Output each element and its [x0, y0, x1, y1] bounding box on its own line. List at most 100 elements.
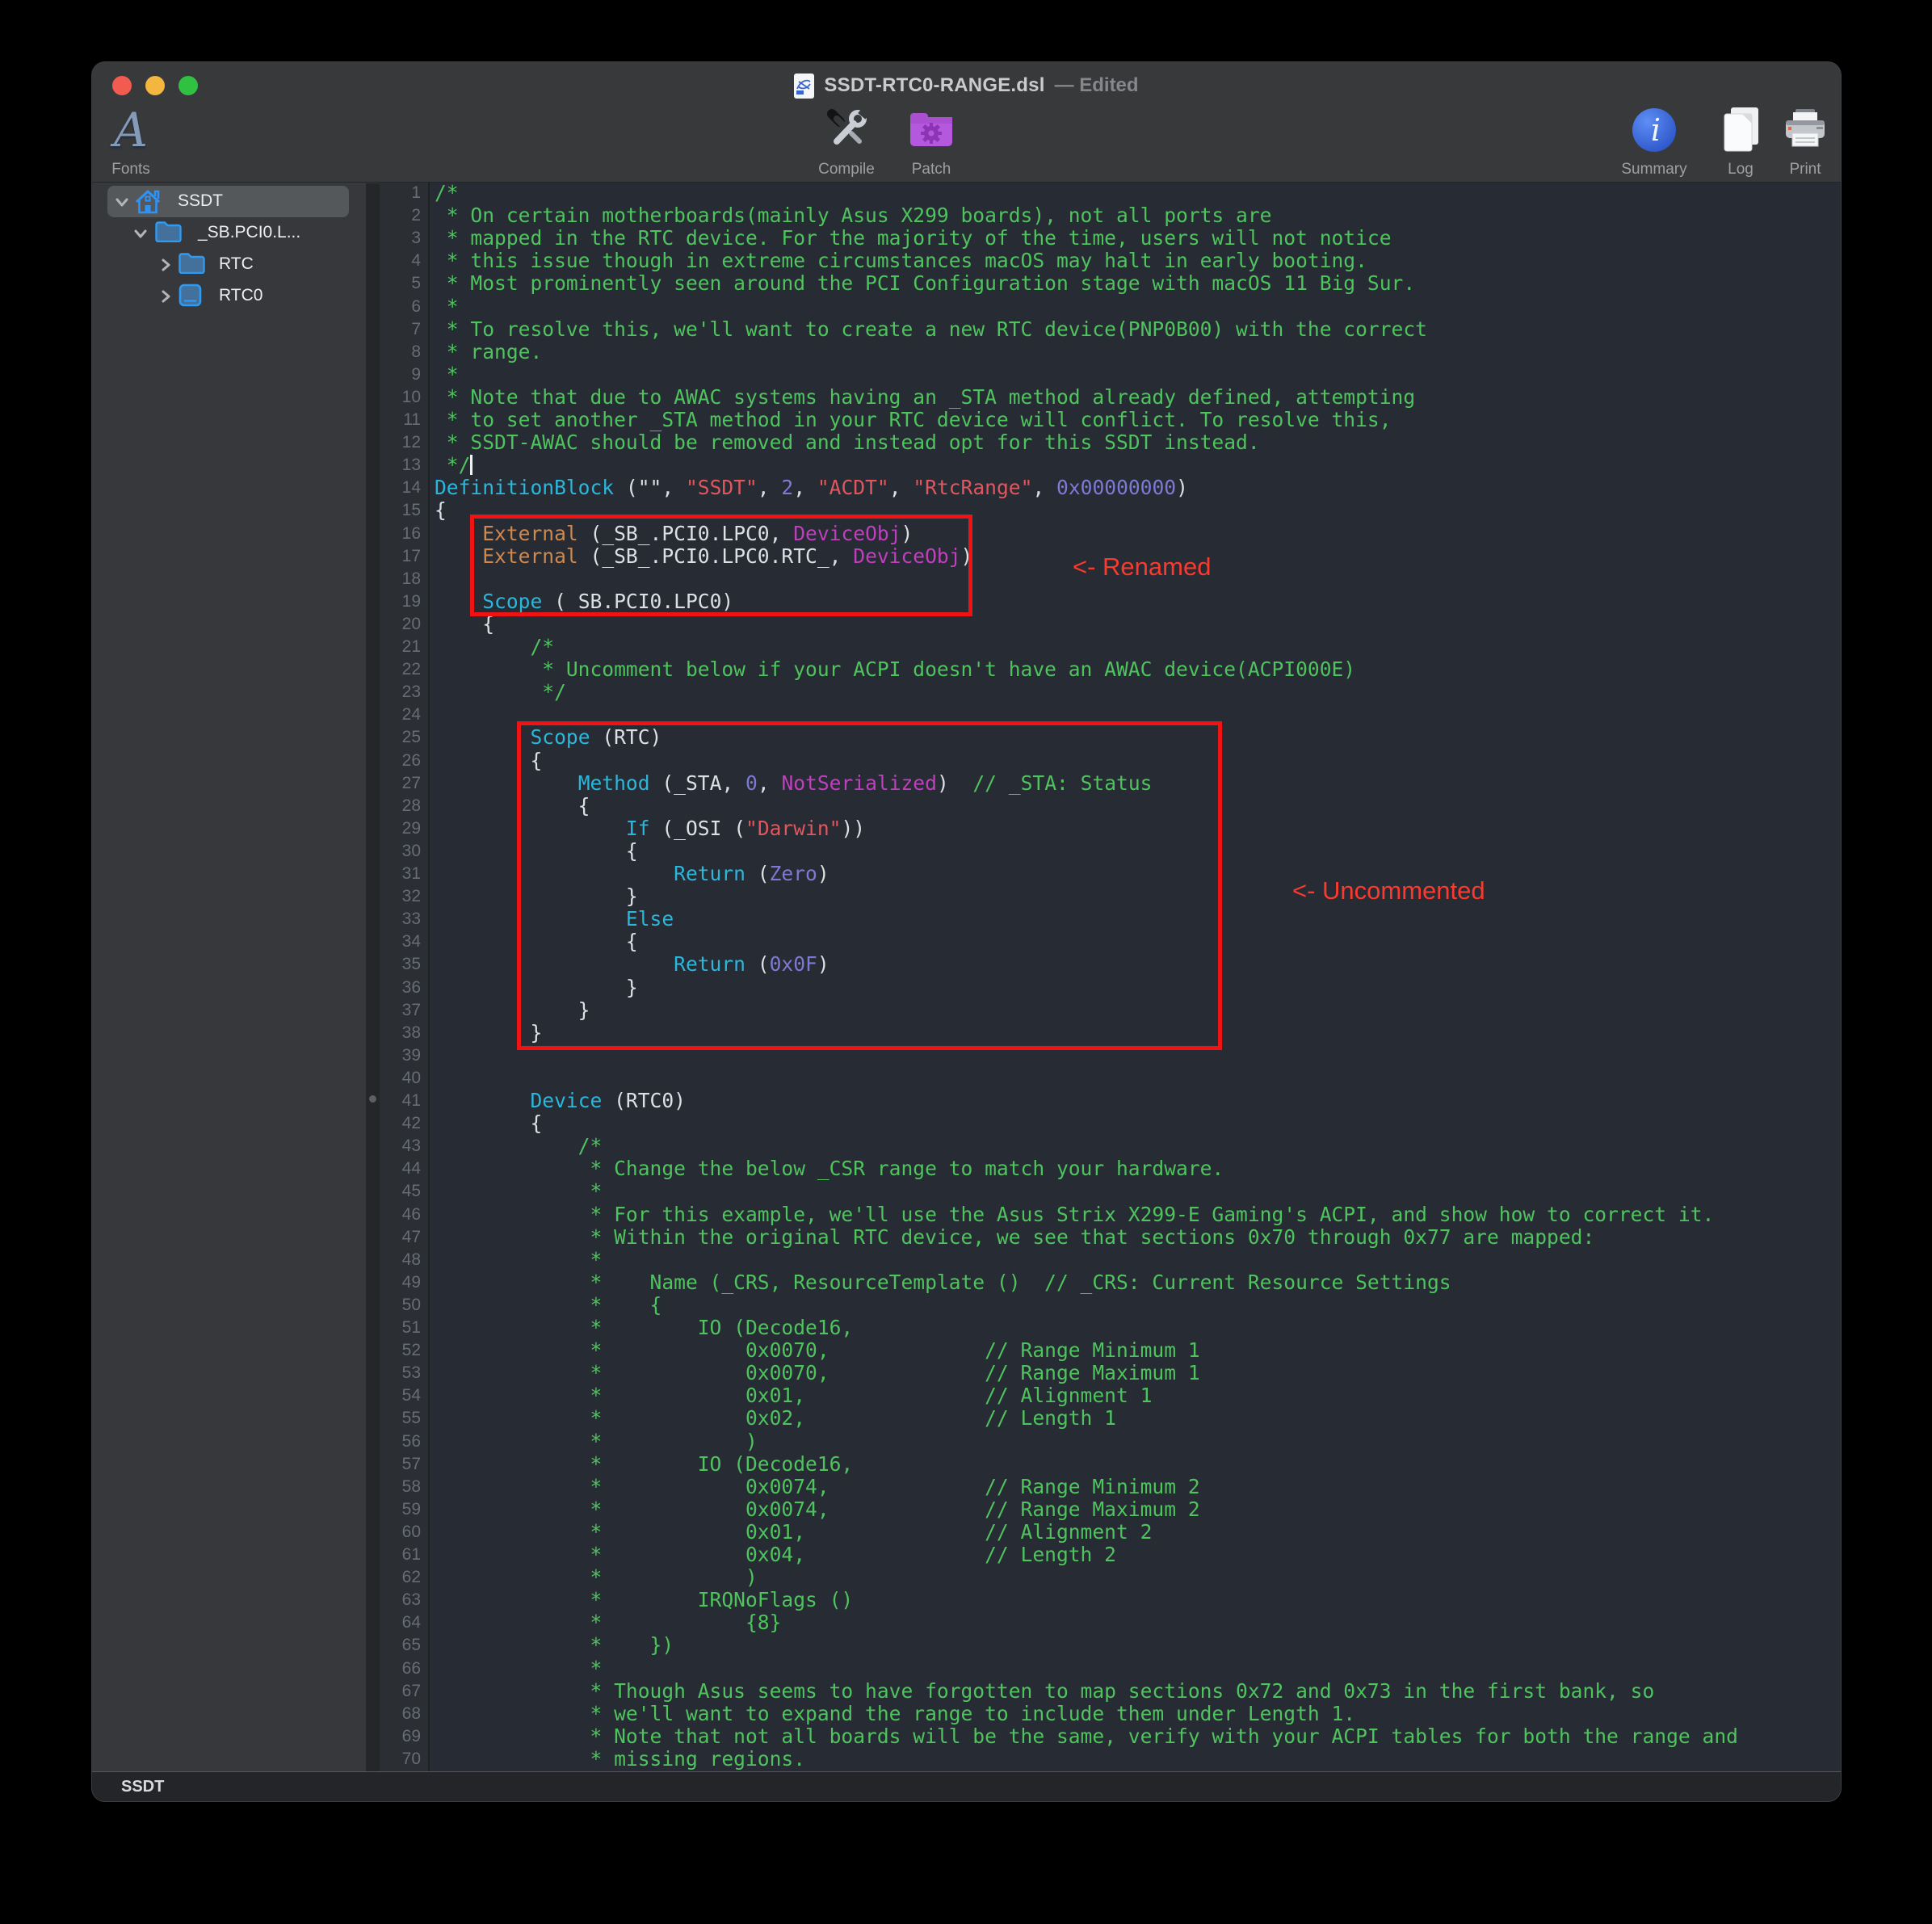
- log-label: Log: [1728, 161, 1754, 179]
- code-line[interactable]: {: [435, 499, 447, 522]
- status-path: SSDT: [121, 1778, 164, 1796]
- disclosure-chevron[interactable]: [132, 225, 149, 246]
- print-icon: [1781, 103, 1829, 158]
- annotation-label-renamed: <- Renamed: [1073, 552, 1211, 582]
- code-line[interactable]: *: [435, 1249, 602, 1271]
- print-button[interactable]: Print: [1753, 103, 1841, 179]
- tree-item-label: SSDT: [178, 191, 223, 211]
- code-line[interactable]: * IO (Decode16,: [435, 1317, 853, 1339]
- code-line[interactable]: * {8}: [435, 1611, 781, 1634]
- code-line[interactable]: * ): [435, 1430, 758, 1453]
- code-line[interactable]: * we'll want to expand the range to incl…: [435, 1703, 1355, 1725]
- text-cursor: [470, 455, 472, 475]
- window-edited-badge: — Edited: [1055, 74, 1139, 97]
- code-line[interactable]: *: [435, 1657, 602, 1680]
- fonts-button[interactable]: A Fonts: [92, 103, 183, 179]
- code-line[interactable]: * Change the below _CSR range to match y…: [435, 1157, 1224, 1180]
- window-title: SSDT-RTC0-RANGE.dsl: [824, 74, 1044, 97]
- code-line[interactable]: {: [435, 1112, 542, 1135]
- annotation-label-uncommented: <- Uncommented: [1292, 876, 1485, 905]
- disclosure-chevron[interactable]: [157, 288, 174, 309]
- splitter-grip[interactable]: [369, 1095, 376, 1103]
- code-line[interactable]: * For this example, we'll use the Asus S…: [435, 1204, 1714, 1226]
- device-icon: [178, 283, 203, 308]
- status-bar: SSDT: [92, 1771, 1841, 1801]
- code-line[interactable]: * ): [435, 1566, 758, 1589]
- chevron-down-icon[interactable]: [113, 193, 131, 211]
- patch-folder-icon: [906, 103, 956, 158]
- document-icon: [794, 74, 814, 99]
- code-line[interactable]: {: [435, 613, 494, 636]
- code-line[interactable]: DefinitionBlock ("", "SSDT", 2, "ACDT", …: [435, 477, 1188, 499]
- code-line[interactable]: * 0x0070, // Range Minimum 1: [435, 1339, 1200, 1362]
- pane-splitter[interactable]: [366, 183, 380, 1771]
- code-line[interactable]: * Most prominently seen around the PCI C…: [435, 272, 1415, 295]
- code-line[interactable]: * Within the original RTC device, we see…: [435, 1226, 1594, 1249]
- code-line[interactable]: * Note that due to AWAC systems having a…: [435, 386, 1415, 409]
- code-line[interactable]: * IO (Decode16,: [435, 1453, 853, 1476]
- fonts-icon: A: [114, 103, 148, 158]
- code-line[interactable]: */: [435, 681, 566, 704]
- sidebar-item-rtc[interactable]: RTC: [92, 249, 366, 280]
- svg-text:i: i: [1651, 112, 1661, 148]
- code-line[interactable]: * Uncomment below if your ACPI doesn't h…: [435, 658, 1355, 681]
- code-line[interactable]: * 0x01, // Alignment 1: [435, 1384, 1152, 1407]
- disclosure-chevron[interactable]: [157, 256, 174, 278]
- print-label: Print: [1789, 161, 1821, 179]
- tree-item-label: RTC: [219, 254, 254, 274]
- annotation-box-renamed: [470, 515, 972, 616]
- code-line[interactable]: * 0x0074, // Range Maximum 2: [435, 1498, 1200, 1521]
- code-line[interactable]: * to set another _STA method in your RTC…: [435, 409, 1392, 431]
- code-line[interactable]: * missing regions.: [435, 1748, 805, 1771]
- patch-button[interactable]: Patch: [879, 103, 984, 179]
- code-line[interactable]: * 0x0074, // Range Minimum 2: [435, 1476, 1200, 1498]
- folder-icon: [154, 220, 183, 242]
- code-line[interactable]: * 0x04, // Length 2: [435, 1544, 1116, 1566]
- chevron-right-icon[interactable]: [157, 256, 174, 274]
- summary-info-icon: i: [1631, 103, 1678, 158]
- sidebar-item-ssdt[interactable]: SSDT: [92, 186, 366, 217]
- code-line[interactable]: /*: [435, 636, 554, 658]
- tree-item-label: _SB.PCI0.L...: [198, 223, 300, 242]
- tree-item-label: RTC0: [219, 286, 262, 305]
- sidebar-item--sb-pci0-l-[interactable]: _SB.PCI0.L...: [92, 217, 366, 249]
- patch-label: Patch: [912, 161, 951, 179]
- titlebar: SSDT-RTC0-RANGE.dsl — Edited: [92, 72, 1841, 99]
- summary-label: Summary: [1621, 161, 1686, 179]
- code-line[interactable]: * this issue though in extreme circumsta…: [435, 250, 1367, 272]
- maciasl-window: SSDT-RTC0-RANGE.dsl — Edited A Fonts Com…: [92, 62, 1841, 1801]
- code-line[interactable]: *: [435, 363, 459, 386]
- code-line[interactable]: /*: [435, 1135, 602, 1157]
- code-line[interactable]: * SSDT-AWAC should be removed and instea…: [435, 431, 1260, 454]
- fonts-label: Fonts: [111, 161, 150, 179]
- code-line[interactable]: * To resolve this, we'll want to create …: [435, 318, 1427, 341]
- chevron-right-icon[interactable]: [157, 288, 174, 305]
- chevron-down-icon[interactable]: [132, 225, 149, 242]
- compile-tools-icon: [821, 103, 872, 158]
- window-chrome: SSDT-RTC0-RANGE.dsl — Edited A Fonts Com…: [92, 62, 1841, 183]
- code-line[interactable]: * 0x0070, // Range Maximum 1: [435, 1362, 1200, 1384]
- sidebar-item-rtc0[interactable]: RTC0: [92, 280, 366, 312]
- compile-label: Compile: [818, 161, 875, 179]
- sidebar-tree: SSDT _SB.PCI0.L... RTC RTC0 Filter Tree: [92, 183, 366, 1771]
- code-line[interactable]: * Name (_CRS, ResourceTemplate () // _CR…: [435, 1271, 1451, 1294]
- code-line[interactable]: * 0x02, // Length 1: [435, 1407, 1116, 1430]
- code-line[interactable]: * IRQNoFlags (): [435, 1589, 853, 1611]
- code-line[interactable]: */: [435, 454, 472, 477]
- code-line[interactable]: * On certain motherboards(mainly Asus X2…: [435, 204, 1271, 227]
- code-line[interactable]: /*: [435, 183, 459, 204]
- code-line[interactable]: * 0x01, // Alignment 2: [435, 1521, 1152, 1544]
- folder-icon: [178, 251, 206, 274]
- disclosure-chevron[interactable]: [113, 193, 131, 215]
- code-line[interactable]: * }): [435, 1634, 674, 1657]
- code-line[interactable]: *: [435, 1180, 602, 1203]
- code-line[interactable]: *: [435, 296, 459, 318]
- code-line[interactable]: * {: [435, 1294, 662, 1317]
- code-line[interactable]: * Though Asus seems to have forgotten to…: [435, 1680, 1654, 1703]
- code-line[interactable]: Device (RTC0): [435, 1090, 686, 1112]
- code-line[interactable]: * Note that not all boards will be the s…: [435, 1725, 1738, 1748]
- code-line[interactable]: * range.: [435, 341, 542, 363]
- home-icon: [134, 188, 162, 214]
- annotation-box-uncommented: [517, 721, 1222, 1050]
- code-line[interactable]: * mapped in the RTC device. For the majo…: [435, 227, 1392, 250]
